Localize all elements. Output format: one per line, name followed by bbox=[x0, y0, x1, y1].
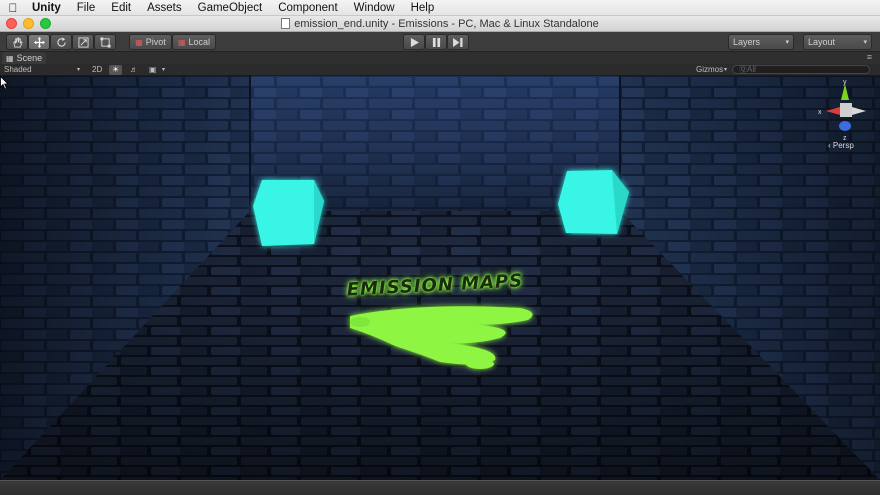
projection-label[interactable]: ‹ Persp bbox=[828, 141, 854, 150]
z-axis-cone bbox=[839, 121, 851, 131]
step-button[interactable] bbox=[447, 34, 469, 50]
mode-2d-label: 2D bbox=[92, 65, 103, 74]
orientation-gizmo[interactable]: y x z bbox=[816, 80, 876, 142]
local-label: Local bbox=[188, 37, 211, 47]
image-icon: ▣ bbox=[149, 65, 157, 74]
layers-dropdown[interactable]: Layers ▾ bbox=[728, 34, 794, 50]
gizmo-center bbox=[840, 103, 852, 117]
left-cube bbox=[253, 180, 324, 246]
draw-mode-label: Shaded bbox=[4, 65, 32, 74]
scale-tool-button[interactable] bbox=[72, 34, 94, 50]
move-icon bbox=[33, 36, 45, 48]
gizmo-y-label: y bbox=[843, 80, 847, 86]
rotate-tool-button[interactable] bbox=[50, 34, 72, 50]
menu-gameobject[interactable]: GameObject bbox=[190, 0, 271, 16]
tab-menu-icon[interactable]: ≡ bbox=[867, 52, 872, 62]
scene-viewport[interactable]: EMISSION MAPS y x z ‹ Persp bbox=[0, 76, 880, 480]
scene-tab-label: Scene bbox=[16, 53, 43, 63]
menu-bar:  Unity File Edit Assets GameObject Comp… bbox=[0, 0, 880, 16]
scene-tab-row: ▦ Scene ≡ bbox=[0, 52, 880, 64]
local-toggle[interactable]: ▦ Local bbox=[172, 34, 216, 50]
window-title-bar: emission_end.unity - Emissions - PC, Mac… bbox=[0, 16, 880, 32]
window-controls bbox=[0, 18, 60, 29]
menu-window[interactable]: Window bbox=[346, 0, 403, 16]
neg-x-axis-cone bbox=[852, 107, 866, 115]
sun-icon: ☀ bbox=[112, 65, 120, 74]
rotate-icon bbox=[56, 36, 66, 47]
rect-icon bbox=[99, 36, 111, 48]
chevron-down-icon: ▾ bbox=[724, 67, 728, 73]
menu-edit[interactable]: Edit bbox=[103, 0, 139, 16]
status-bar bbox=[0, 480, 880, 495]
rect-tool-button[interactable] bbox=[94, 34, 116, 50]
lighting-toggle[interactable]: ☀ bbox=[109, 65, 123, 75]
chevron-down-icon: ▾ bbox=[77, 67, 81, 73]
menu-component[interactable]: Component bbox=[270, 0, 345, 16]
minimize-window-button[interactable] bbox=[23, 18, 34, 29]
y-axis-cone bbox=[841, 84, 849, 100]
scene-grid-icon: ▦ bbox=[6, 53, 14, 63]
gizmos-dropdown[interactable]: Gizmos bbox=[696, 64, 723, 76]
pivot-toggle[interactable]: ▦ Pivot bbox=[129, 34, 172, 50]
right-cube bbox=[558, 170, 629, 234]
layout-label: Layout bbox=[808, 37, 836, 47]
document-icon bbox=[281, 18, 291, 29]
menu-help[interactable]: Help bbox=[403, 0, 443, 16]
apple-icon[interactable]:  bbox=[0, 1, 26, 15]
hand-icon bbox=[12, 37, 23, 47]
chevron-down-icon: ▾ bbox=[863, 39, 867, 46]
menu-file[interactable]: File bbox=[69, 0, 104, 16]
menu-unity[interactable]: Unity bbox=[26, 0, 69, 16]
gizmos-label: Gizmos bbox=[696, 65, 724, 74]
unity-toolbar: ▦ Pivot ▦ Local Layers ▾ Layout ▾ bbox=[0, 32, 880, 52]
layers-label: Layers bbox=[733, 37, 761, 47]
step-icon bbox=[453, 37, 463, 47]
pivot-icon: ▦ bbox=[135, 37, 143, 47]
scene-control-bar: Shaded ▾ 2D ☀ ♬ ▣ ▾ Gizmos ▾ ⓆAll bbox=[0, 64, 880, 76]
maximize-window-button[interactable] bbox=[40, 18, 51, 29]
scene-search-input[interactable]: ⓆAll bbox=[732, 65, 870, 74]
chevron-down-icon: ▾ bbox=[162, 67, 166, 73]
scale-icon bbox=[77, 36, 89, 48]
close-window-button[interactable] bbox=[6, 18, 17, 29]
tab-scene[interactable]: ▦ Scene bbox=[2, 52, 47, 64]
layout-dropdown[interactable]: Layout ▾ bbox=[803, 34, 872, 50]
mode-2d-toggle[interactable]: 2D bbox=[89, 65, 105, 75]
pause-button[interactable] bbox=[425, 34, 447, 50]
pivot-label: Pivot bbox=[145, 37, 166, 47]
speaker-icon: ♬ bbox=[130, 65, 138, 74]
play-button[interactable] bbox=[403, 34, 425, 50]
draw-mode-dropdown[interactable]: Shaded bbox=[4, 64, 32, 76]
menu-assets[interactable]: Assets bbox=[139, 0, 190, 16]
move-tool-button[interactable] bbox=[28, 34, 50, 50]
audio-toggle[interactable]: ♬ bbox=[127, 65, 141, 75]
gizmo-x-label: x bbox=[818, 109, 822, 116]
pause-icon bbox=[432, 37, 440, 47]
play-icon bbox=[410, 37, 419, 47]
mouse-cursor-icon bbox=[0, 76, 9, 90]
chevron-down-icon: ▾ bbox=[785, 39, 789, 46]
local-icon: ▦ bbox=[177, 37, 186, 47]
hand-tool-button[interactable] bbox=[6, 34, 28, 50]
effects-toggle[interactable]: ▣ bbox=[146, 65, 160, 75]
window-title: emission_end.unity - Emissions - PC, Mac… bbox=[294, 17, 599, 30]
x-axis-cone bbox=[826, 107, 840, 115]
